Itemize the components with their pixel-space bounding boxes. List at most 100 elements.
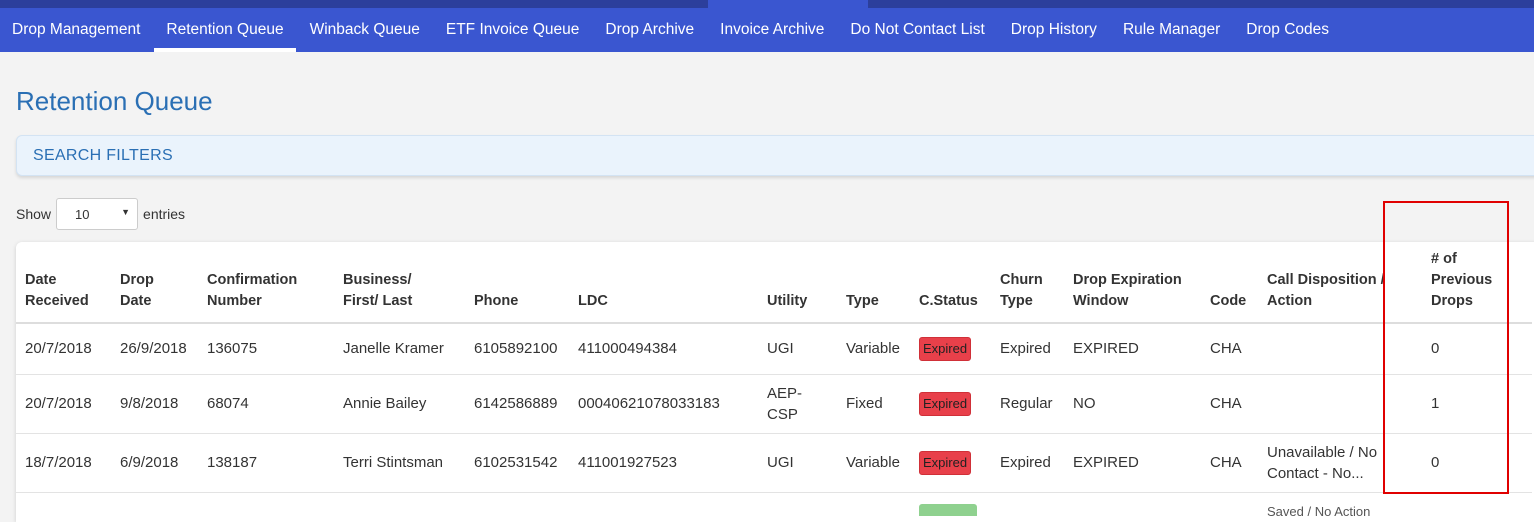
cell-utility: UGI bbox=[758, 323, 837, 375]
cell-ldc: 411000494384 bbox=[569, 323, 758, 375]
cell-churn: Expired bbox=[991, 323, 1064, 375]
table-header-row: Date Received Drop Date Confirmation Number… bbox=[16, 242, 1532, 324]
col-header-date-received[interactable]: Date Received bbox=[16, 242, 111, 324]
nav-drop-history[interactable]: Drop History bbox=[999, 8, 1109, 52]
cell-window: EXPIRED bbox=[1064, 323, 1201, 375]
col-header-phone[interactable]: Phone bbox=[465, 242, 569, 324]
col-header-type[interactable]: Type bbox=[837, 242, 910, 324]
entries-length-control: Show 10 ▼ entries bbox=[16, 198, 185, 230]
col-header-c-status[interactable]: C.Status bbox=[910, 242, 991, 324]
col-header-previous-drops[interactable]: # of Previous Drops bbox=[1422, 242, 1532, 324]
table-row[interactable]: 20/7/2018 26/9/2018 136075 Janelle Krame… bbox=[16, 323, 1532, 375]
status-badge: Expired bbox=[919, 391, 972, 416]
cell-type: Variable bbox=[837, 323, 910, 375]
nav-rule-manager[interactable]: Rule Manager bbox=[1111, 8, 1232, 52]
cell-utility: AEP- CSP bbox=[758, 374, 837, 434]
nav-label: Do Not Contact List bbox=[850, 21, 985, 38]
cell-code: CHA bbox=[1201, 323, 1258, 375]
col-header-code[interactable]: Code bbox=[1201, 242, 1258, 324]
nav-etf-invoice-queue[interactable]: ETF Invoice Queue bbox=[434, 8, 592, 52]
cell-type: Variable bbox=[837, 433, 910, 493]
cell-drop-date: 6/9/2018 bbox=[111, 433, 198, 493]
cell-name: Janelle Kramer bbox=[334, 323, 465, 375]
cell-drop-date: 9/8/2018 bbox=[111, 374, 198, 434]
top-accent-strip bbox=[708, 0, 868, 8]
table-row[interactable]: 18/7/2018 6/9/2018 138187 Terri Stintsma… bbox=[16, 433, 1532, 493]
nav-retention-queue[interactable]: Retention Queue bbox=[154, 8, 296, 52]
cell-status: Expired bbox=[910, 323, 991, 375]
cell-confirmation: 136075 bbox=[198, 323, 334, 375]
nav-label: Drop History bbox=[1010, 21, 1097, 38]
nav-label: Drop Codes bbox=[1246, 21, 1330, 38]
cell-status bbox=[910, 492, 991, 522]
search-filters-panel[interactable]: SEARCH FILTERS bbox=[16, 135, 1534, 176]
nav-label: Drop Management bbox=[12, 21, 141, 38]
col-header-churn-type[interactable]: Churn Type bbox=[991, 242, 1064, 324]
cell-confirmation: 68074 bbox=[198, 374, 334, 434]
cell-date-received: 20/7/2018 bbox=[16, 374, 111, 434]
nav-drop-codes[interactable]: Drop Codes bbox=[1234, 8, 1341, 52]
entries-per-page-value: 10 bbox=[75, 207, 90, 222]
col-header-drop-date[interactable]: Drop Date bbox=[111, 242, 198, 324]
cell-previous-drops: 0 bbox=[1422, 323, 1532, 375]
cell-utility: UGI bbox=[758, 433, 837, 493]
nav-drop-archive[interactable]: Drop Archive bbox=[593, 8, 706, 52]
status-badge: Expired bbox=[919, 450, 972, 475]
col-header-drop-expiration-window[interactable]: Drop Expiration Window bbox=[1064, 242, 1201, 324]
col-header-confirmation-number[interactable]: Confirmation Number bbox=[198, 242, 334, 324]
col-header-utility[interactable]: Utility bbox=[758, 242, 837, 324]
cell-churn: Regular bbox=[991, 374, 1064, 434]
page-title: Retention Queue bbox=[16, 86, 213, 116]
cell-disposition bbox=[1258, 323, 1422, 375]
status-badge bbox=[919, 503, 977, 516]
cell-type: Fixed bbox=[837, 374, 910, 434]
entries-per-page-select[interactable]: 10 ▼ bbox=[56, 198, 139, 230]
cell-disposition: Saved / No Action bbox=[1267, 503, 1371, 519]
cell-churn: Expired bbox=[991, 433, 1064, 493]
retention-table: Date Received Drop Date Confirmation Number… bbox=[16, 242, 1532, 522]
nav-label: Retention Queue bbox=[166, 21, 284, 38]
cell-window: EXPIRED bbox=[1064, 433, 1201, 493]
status-badge: Expired bbox=[919, 336, 972, 361]
cell-previous-drops: 1 bbox=[1422, 374, 1532, 434]
cell-code: CHA bbox=[1201, 374, 1258, 434]
nav-label: Rule Manager bbox=[1122, 21, 1221, 38]
cell-window: NO bbox=[1064, 374, 1201, 434]
col-header-call-disposition[interactable]: Call Disposition / Action bbox=[1258, 242, 1422, 324]
active-tab-underline bbox=[154, 48, 296, 52]
cell-ldc: 411001927523 bbox=[569, 433, 758, 493]
cell-phone: 6105892100 bbox=[465, 323, 569, 375]
nav-do-not-contact-list[interactable]: Do Not Contact List bbox=[838, 8, 996, 52]
cell-disposition bbox=[1258, 374, 1422, 434]
nav-invoice-archive[interactable]: Invoice Archive bbox=[708, 8, 836, 52]
nav-drop-management[interactable]: Drop Management bbox=[0, 8, 152, 52]
retention-table-card: Date Received Drop Date Confirmation Number… bbox=[16, 242, 1534, 522]
cell-phone: 6142586889 bbox=[465, 374, 569, 434]
cell-phone: 6102531542 bbox=[465, 433, 569, 493]
cell-drop-date: 26/9/2018 bbox=[111, 323, 198, 375]
show-label: Show bbox=[16, 206, 52, 222]
col-header-ldc[interactable]: LDC bbox=[569, 242, 758, 324]
nav-label: Drop Archive bbox=[605, 21, 695, 38]
table-row[interactable]: 20/7/2018 9/8/2018 68074 Annie Bailey 61… bbox=[16, 374, 1532, 434]
cell-date-received: 20/7/2018 bbox=[16, 323, 111, 375]
cell-confirmation: 138187 bbox=[198, 433, 334, 493]
cell-name: Terri Stintsman bbox=[334, 433, 465, 493]
nav-winback-queue[interactable]: Winback Queue bbox=[298, 8, 432, 52]
cell-status: Expired bbox=[910, 433, 991, 493]
table-row[interactable]: Saved / No Action bbox=[16, 492, 1532, 522]
cell-name: Annie Bailey bbox=[334, 374, 465, 434]
main-nav: Drop Management Retention Queue Winback … bbox=[0, 8, 1343, 52]
cell-ldc: 00040621078033183 bbox=[569, 374, 758, 434]
cell-status: Expired bbox=[910, 374, 991, 434]
cell-code: CHA bbox=[1201, 433, 1258, 493]
col-header-business-name[interactable]: Business/First/ Last bbox=[334, 242, 465, 324]
chevron-down-icon: ▼ bbox=[121, 207, 131, 217]
cell-disposition: Unavailable / No Contact - No... bbox=[1258, 433, 1422, 493]
nav-label: Invoice Archive bbox=[720, 21, 825, 38]
cell-date-received: 18/7/2018 bbox=[16, 433, 111, 493]
nav-label: ETF Invoice Queue bbox=[445, 21, 580, 38]
entries-label: entries bbox=[143, 206, 186, 222]
search-filters-label: SEARCH FILTERS bbox=[33, 147, 173, 164]
cell-previous-drops: 0 bbox=[1422, 433, 1532, 493]
